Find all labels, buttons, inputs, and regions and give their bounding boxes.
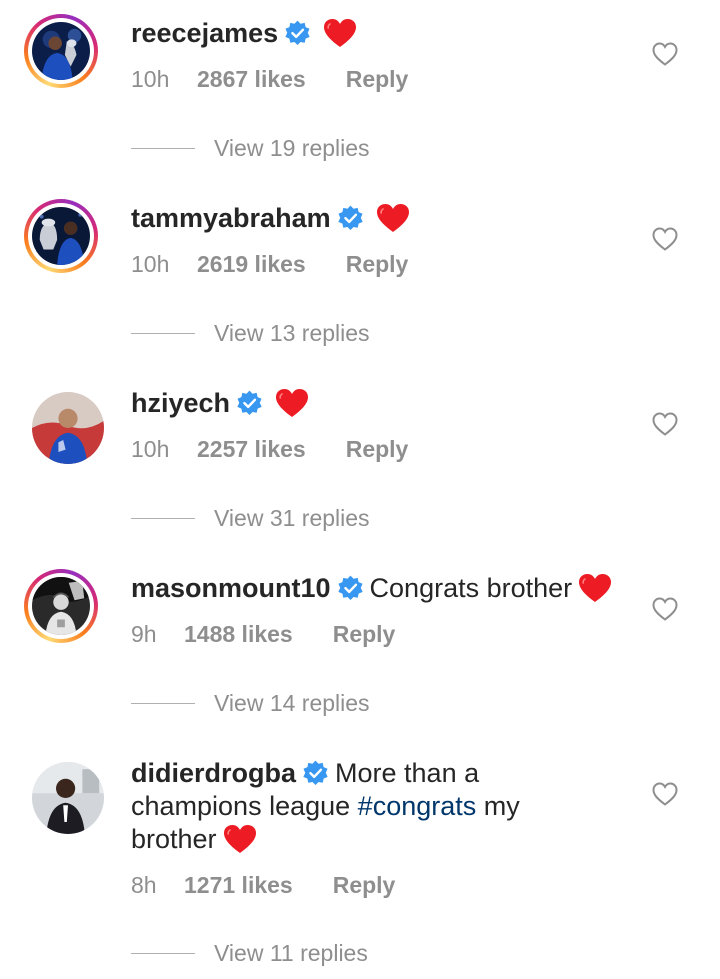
heart-outline-icon[interactable]	[652, 782, 678, 806]
heart-outline-icon[interactable]	[652, 412, 678, 436]
verified-badge-icon	[303, 760, 328, 785]
reply-button[interactable]: Reply	[333, 872, 396, 899]
avatar	[32, 577, 90, 635]
comment-username[interactable]: reecejames	[131, 18, 278, 48]
red-heart-emoji	[376, 204, 409, 232]
divider-line	[131, 953, 195, 954]
avatar-image	[32, 207, 90, 265]
comment-likes[interactable]: 2619 likes	[197, 251, 306, 278]
view-replies-label: View 14 replies	[214, 690, 370, 716]
comment-time: 10h	[131, 251, 170, 277]
heart-outline-icon[interactable]	[652, 227, 678, 251]
view-replies-label: View 19 replies	[214, 135, 370, 161]
avatar-image	[32, 392, 104, 464]
comment-time: 9h	[131, 621, 157, 647]
verified-badge-icon	[337, 205, 363, 230]
avatar-plain[interactable]	[32, 762, 104, 834]
heart-outline-icon[interactable]	[652, 42, 678, 66]
comment-likes[interactable]: 1488 likes	[184, 621, 293, 648]
reply-button[interactable]: Reply	[346, 251, 409, 278]
view-replies-button[interactable]: View 13 replies	[131, 320, 370, 347]
comment-body: reecejames	[131, 17, 631, 50]
comment-meta: 10h 2619 likes Reply	[131, 251, 408, 278]
view-replies-button[interactable]: View 31 replies	[131, 505, 370, 532]
avatar	[32, 392, 104, 464]
avatar-plain[interactable]	[32, 392, 104, 464]
avatar-story-ring[interactable]	[24, 569, 98, 643]
view-replies-button[interactable]: View 19 replies	[131, 135, 370, 162]
comment-likes[interactable]: 1271 likes	[184, 872, 293, 899]
red-heart-emoji	[223, 825, 256, 853]
comment-username[interactable]: didierdrogba	[131, 758, 296, 788]
comment-meta: 8h 1271 likes Reply	[131, 872, 395, 899]
comment-username[interactable]: hziyech	[131, 388, 230, 418]
comment-meta: 9h 1488 likes Reply	[131, 621, 395, 648]
view-replies-label: View 11 replies	[214, 940, 368, 966]
comment-time: 8h	[131, 872, 157, 898]
hashtag-link[interactable]: #congrats	[358, 791, 477, 821]
avatar-image	[32, 762, 104, 834]
avatar	[32, 762, 104, 834]
comment-time: 10h	[131, 436, 170, 462]
comment-body: tammyabraham	[131, 202, 631, 235]
view-replies-button[interactable]: View 14 replies	[131, 690, 370, 717]
comment-body: hziyech	[131, 387, 631, 420]
avatar-image	[32, 22, 90, 80]
comment-username[interactable]: tammyabraham	[131, 203, 331, 233]
view-replies-button[interactable]: View 11 replies	[131, 940, 368, 967]
verified-badge-icon	[237, 390, 262, 415]
view-replies-label: View 31 replies	[214, 505, 370, 531]
reply-button[interactable]: Reply	[346, 436, 409, 463]
divider-line	[131, 148, 195, 149]
divider-line	[131, 703, 195, 704]
comment-likes[interactable]: 2867 likes	[197, 66, 306, 93]
comment-meta: 10h 2257 likes Reply	[131, 436, 408, 463]
reply-button[interactable]: Reply	[333, 621, 396, 648]
comment-meta: 10h 2867 likes Reply	[131, 66, 408, 93]
avatar	[32, 207, 90, 265]
red-heart-emoji	[324, 19, 357, 47]
heart-outline-icon[interactable]	[652, 597, 678, 621]
avatar	[32, 22, 90, 80]
verified-badge-icon	[337, 575, 363, 600]
avatar-story-ring[interactable]	[24, 199, 98, 273]
red-heart-emoji	[579, 574, 612, 602]
divider-line	[131, 333, 195, 334]
comment-body: didierdrogba More than a champions league…	[131, 757, 551, 856]
comment-username[interactable]: masonmount10	[131, 573, 331, 603]
view-replies-label: View 13 replies	[214, 320, 370, 346]
comment-text: Congrats brother	[369, 573, 573, 603]
red-heart-emoji	[276, 389, 309, 417]
comment-likes[interactable]: 2257 likes	[197, 436, 306, 463]
comment-time: 10h	[131, 66, 170, 92]
reply-button[interactable]: Reply	[346, 66, 409, 93]
divider-line	[131, 518, 195, 519]
avatar-story-ring[interactable]	[24, 14, 98, 88]
avatar-image	[32, 577, 90, 635]
comment-body: masonmount10 Congrats brother	[131, 572, 631, 605]
verified-badge-icon	[285, 20, 310, 45]
